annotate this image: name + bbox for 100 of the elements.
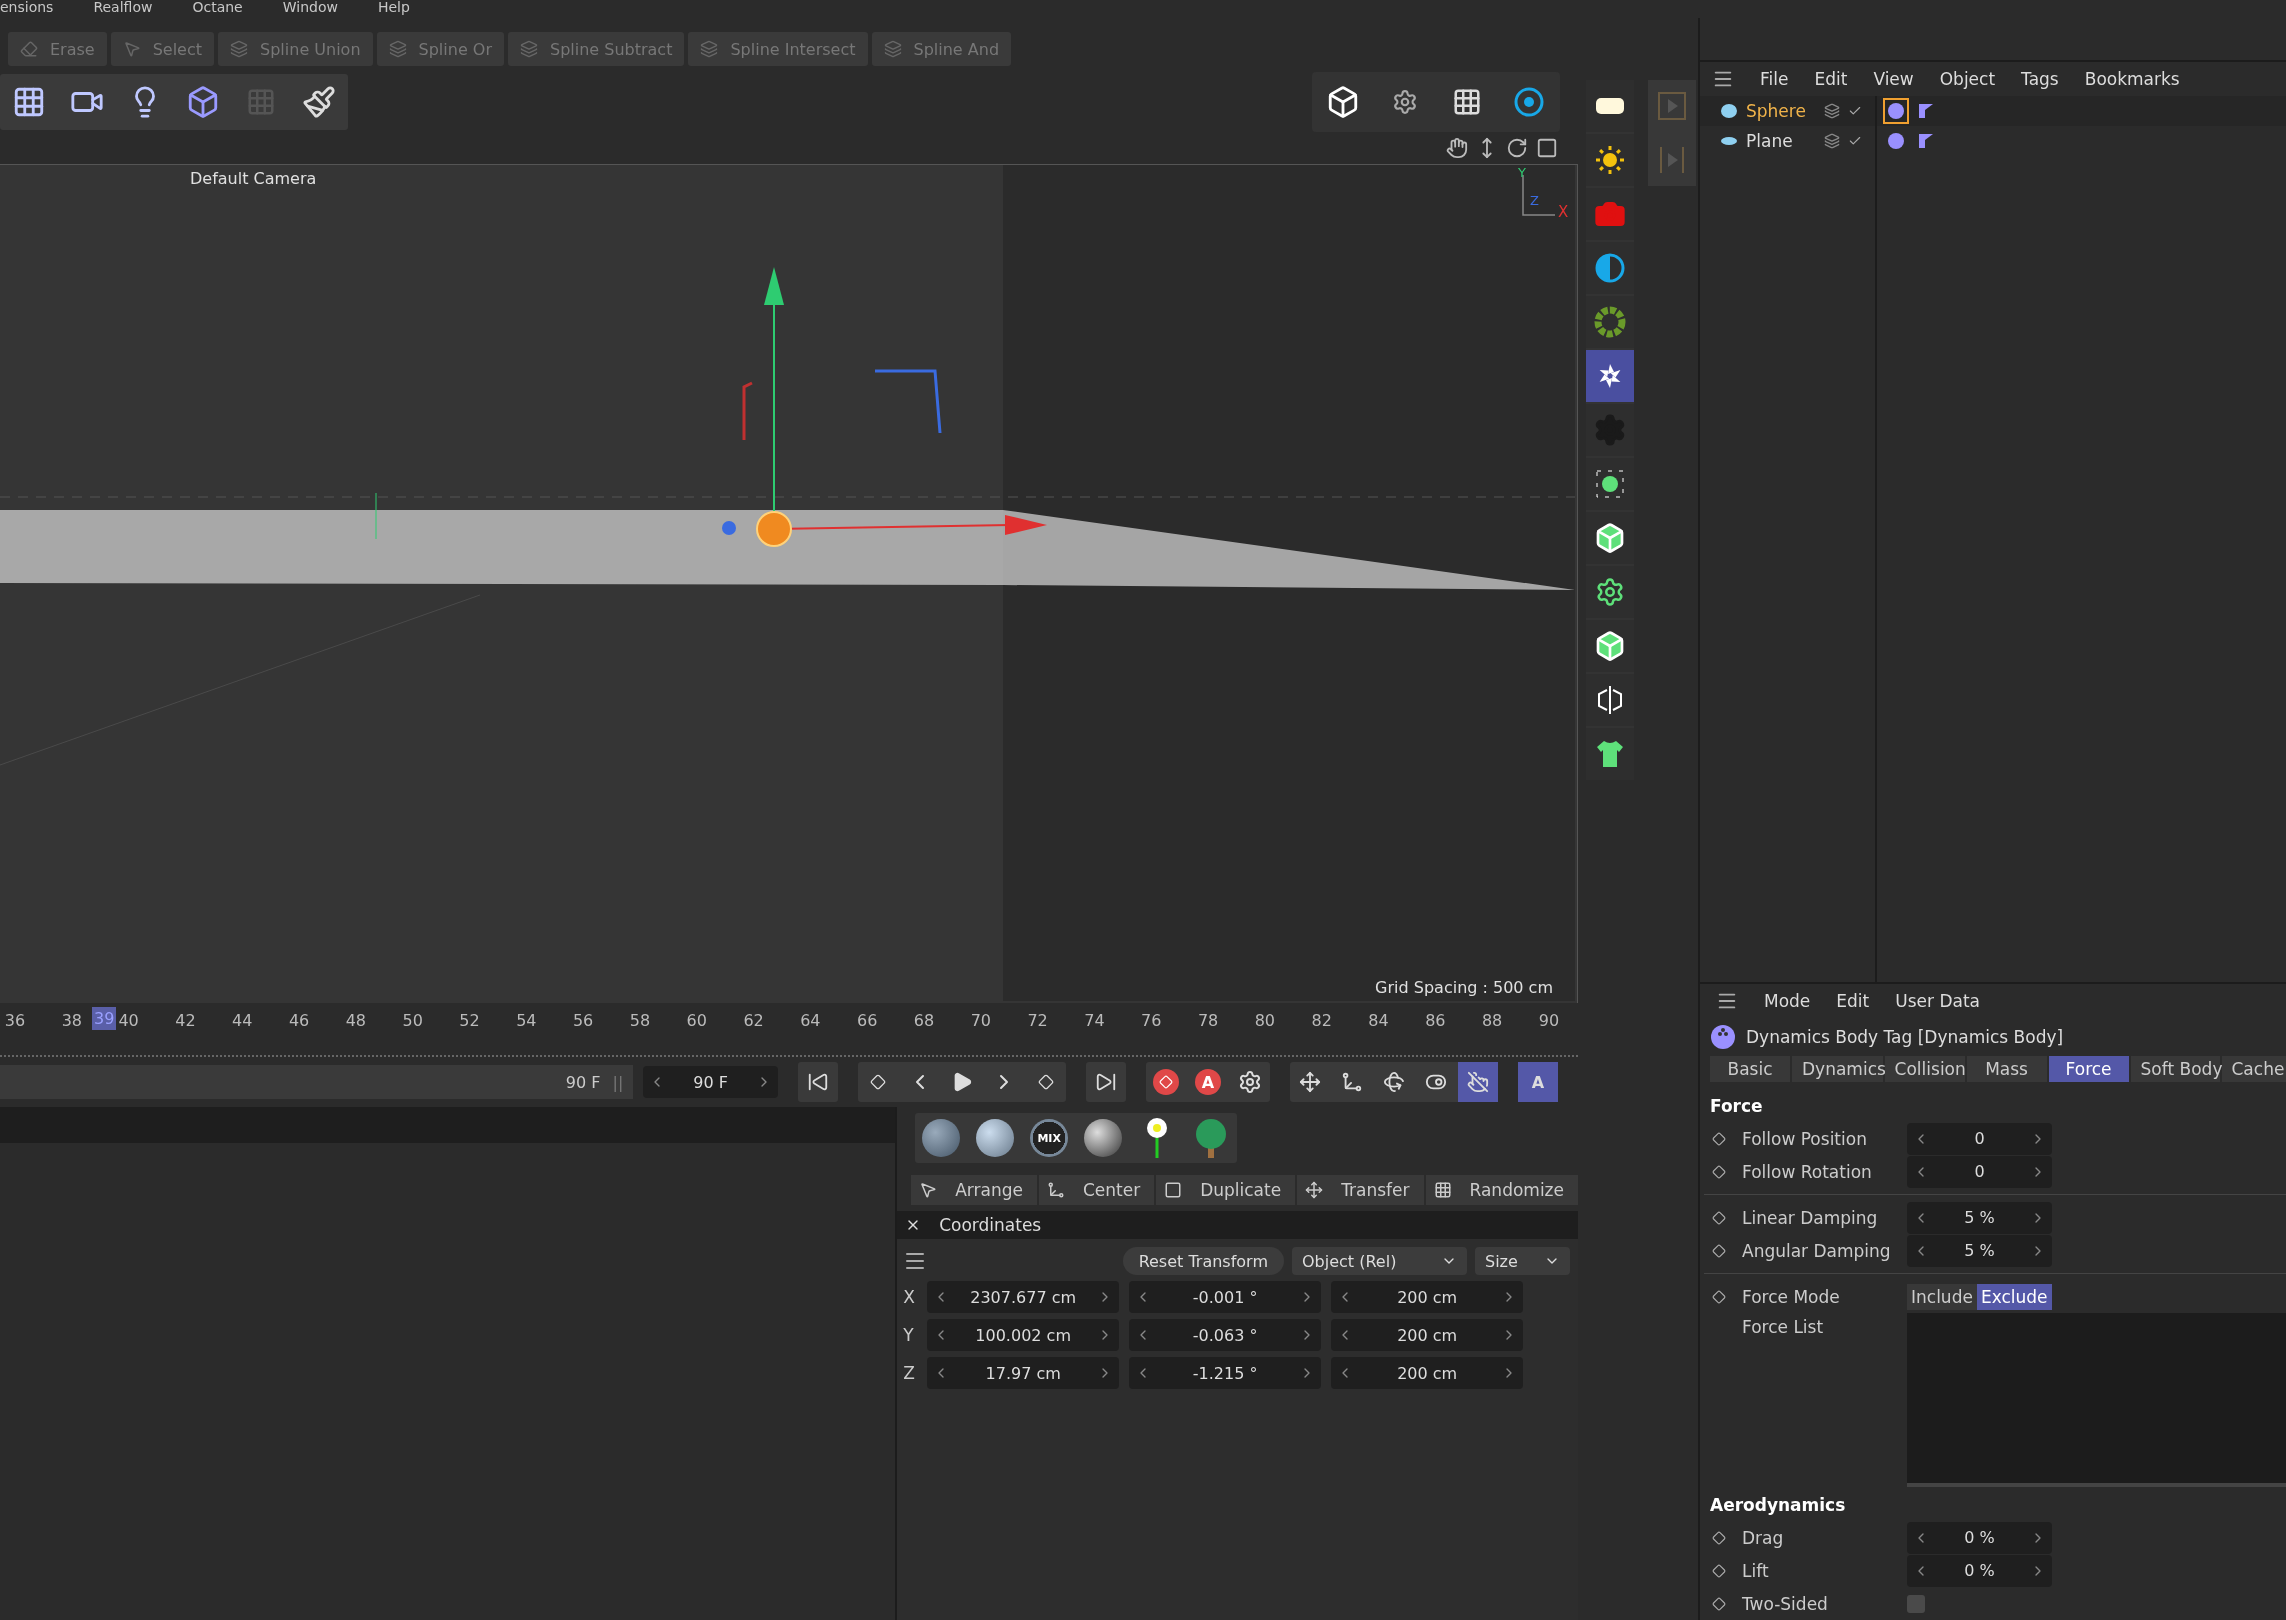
frame-number: 70 xyxy=(969,1011,992,1030)
tab[interactable]: Collision xyxy=(1884,1056,1965,1082)
frame-number: 78 xyxy=(1196,1011,1220,1030)
tab[interactable]: Dynamics xyxy=(1792,1056,1883,1082)
eraser-icon xyxy=(20,40,38,58)
keyframe-diamond-icon[interactable] xyxy=(1712,1131,1726,1146)
tab[interactable]: Mass xyxy=(1966,1056,2047,1082)
layer-icon xyxy=(1824,103,1840,119)
layout-tool-button[interactable]: Duplicate xyxy=(1156,1175,1296,1205)
menu-item[interactable]: User Data xyxy=(1895,991,1980,1011)
tab[interactable]: Force xyxy=(2048,1056,2129,1082)
axis-label: X xyxy=(903,1287,916,1307)
tab[interactable]: Basic xyxy=(1710,1056,1790,1082)
menu-item[interactable]: Bookmarks xyxy=(2084,69,2180,89)
field-label: Follow Position xyxy=(1742,1128,1868,1149)
position-field[interactable]: 2307.677 cm xyxy=(927,1281,1120,1313)
menu-item[interactable]: ensions xyxy=(0,0,54,18)
menu-item[interactable]: Window xyxy=(282,0,338,18)
skip-forward-icon xyxy=(1095,1071,1117,1093)
diamond-icon xyxy=(870,1074,886,1090)
keyframe-diamond-icon[interactable] xyxy=(1712,1596,1726,1611)
tab[interactable]: Soft Body xyxy=(2130,1056,2220,1082)
number-field[interactable]: 0 xyxy=(1907,1155,2052,1188)
overlapping-squares-icon xyxy=(883,40,902,58)
frame-number: 62 xyxy=(742,1011,765,1030)
tab[interactable]: Cache xyxy=(2221,1056,2286,1082)
coordinate-mode-dropdown[interactable]: Object (Rel) xyxy=(1292,1247,1467,1275)
menu-item[interactable]: Edit xyxy=(1836,991,1870,1011)
menu-item[interactable]: View xyxy=(1873,69,1914,89)
mode-option[interactable]: Include xyxy=(1907,1283,1977,1310)
number-field[interactable]: 5 % xyxy=(1907,1234,2052,1267)
number-field[interactable]: 5 % xyxy=(1907,1201,2052,1234)
number-field[interactable]: 0 % xyxy=(1907,1521,2052,1554)
frame-number: 38 xyxy=(60,1011,83,1030)
keyframe-diamond-icon[interactable] xyxy=(1712,1164,1726,1179)
settings-icon xyxy=(1238,1070,1262,1094)
rotate-icon[interactable] xyxy=(1506,137,1528,159)
pointer-icon xyxy=(122,40,141,58)
frame-number: 86 xyxy=(1424,1011,1447,1030)
layer-icon xyxy=(1824,133,1840,149)
frame-icon[interactable] xyxy=(1536,137,1558,159)
overlapping-squares-icon xyxy=(700,40,719,58)
move-icon xyxy=(1299,1071,1321,1093)
mode-option[interactable]: Exclude xyxy=(1976,1283,2052,1310)
check-icon xyxy=(1848,104,1862,118)
overlapping-squares-icon xyxy=(520,40,538,58)
layout-tool-button[interactable]: Randomize xyxy=(1425,1175,1578,1205)
frame-number: 60 xyxy=(685,1011,708,1030)
checkbox[interactable] xyxy=(1907,1594,1925,1613)
field-label: Lift xyxy=(1742,1560,1770,1581)
number-field[interactable]: 0 xyxy=(1907,1122,2052,1155)
frame-value: 90 F xyxy=(565,1072,601,1092)
keyframe-diamond-icon[interactable] xyxy=(1712,1289,1726,1304)
size-field[interactable]: 200 cm xyxy=(1331,1357,1524,1389)
menu-item[interactable]: Octane xyxy=(192,0,243,18)
keyframe-diamond-icon[interactable] xyxy=(1712,1563,1726,1578)
key-mode-button[interactable]: A xyxy=(1518,1062,1558,1102)
object-row[interactable]: Sphere xyxy=(1700,96,1875,126)
keyframe-diamond-icon[interactable] xyxy=(1712,1210,1726,1225)
menu-item[interactable]: Help xyxy=(377,0,410,18)
camera-label[interactable]: Default Camera xyxy=(190,169,317,188)
size-field[interactable]: 200 cm xyxy=(1331,1319,1524,1351)
layout-tool-button[interactable]: Transfer xyxy=(1297,1175,1424,1205)
frame-number: 76 xyxy=(1140,1011,1163,1030)
size-mode-dropdown[interactable]: Size xyxy=(1475,1247,1570,1275)
position-field[interactable]: 17.97 cm xyxy=(927,1357,1120,1389)
rotation-field[interactable]: -0.001 ° xyxy=(1129,1281,1322,1313)
rotation-field[interactable]: -1.215 ° xyxy=(1129,1357,1322,1389)
shutter-icon[interactable] xyxy=(1586,350,1634,402)
scale-icon xyxy=(1341,1071,1363,1093)
skip-back-icon xyxy=(807,1071,829,1093)
object-row[interactable]: Plane xyxy=(1700,126,1875,156)
pointer-off-button[interactable] xyxy=(1458,1062,1498,1102)
pointer-off-icon xyxy=(1467,1071,1489,1093)
size-field[interactable]: 200 cm xyxy=(1331,1281,1524,1313)
position-field[interactable]: 100.002 cm xyxy=(927,1319,1120,1351)
tag-title: Dynamics Body Tag [Dynamics Body] xyxy=(1746,1027,2064,1047)
frame-number: 74 xyxy=(1083,1011,1106,1030)
menu-item[interactable]: Edit xyxy=(1814,69,1848,89)
menu-item[interactable]: Mode xyxy=(1764,991,1811,1011)
menu-item[interactable]: Tags xyxy=(2021,69,2059,89)
layout-tool-button[interactable]: Arrange xyxy=(911,1175,1037,1205)
menu-item[interactable]: Object xyxy=(1939,69,1996,89)
rotation-field[interactable]: -0.063 ° xyxy=(1129,1319,1322,1351)
hand-icon[interactable] xyxy=(1446,137,1468,159)
diamond-icon xyxy=(1038,1074,1054,1090)
frame-range-field[interactable]: 90 F || xyxy=(0,1065,634,1099)
layout-tool-button[interactable]: Center xyxy=(1038,1175,1155,1205)
number-field[interactable]: 0 % xyxy=(1907,1554,2052,1587)
end-frame-field[interactable]: 90 F xyxy=(643,1066,778,1098)
field-label: Two-Sided xyxy=(1742,1593,1829,1614)
field-label: Force Mode xyxy=(1742,1286,1841,1307)
axis-label: Y xyxy=(903,1325,915,1345)
keyframe-diamond-icon[interactable] xyxy=(1712,1243,1726,1258)
frame-number: 66 xyxy=(856,1011,879,1030)
tag-icon[interactable] xyxy=(1883,98,1909,124)
reset-transform-button[interactable]: Reset Transform xyxy=(1122,1247,1284,1275)
menu-item[interactable]: Realflow xyxy=(93,0,153,18)
menu-item[interactable]: File xyxy=(1760,69,1789,89)
keyframe-diamond-icon[interactable] xyxy=(1712,1530,1726,1545)
